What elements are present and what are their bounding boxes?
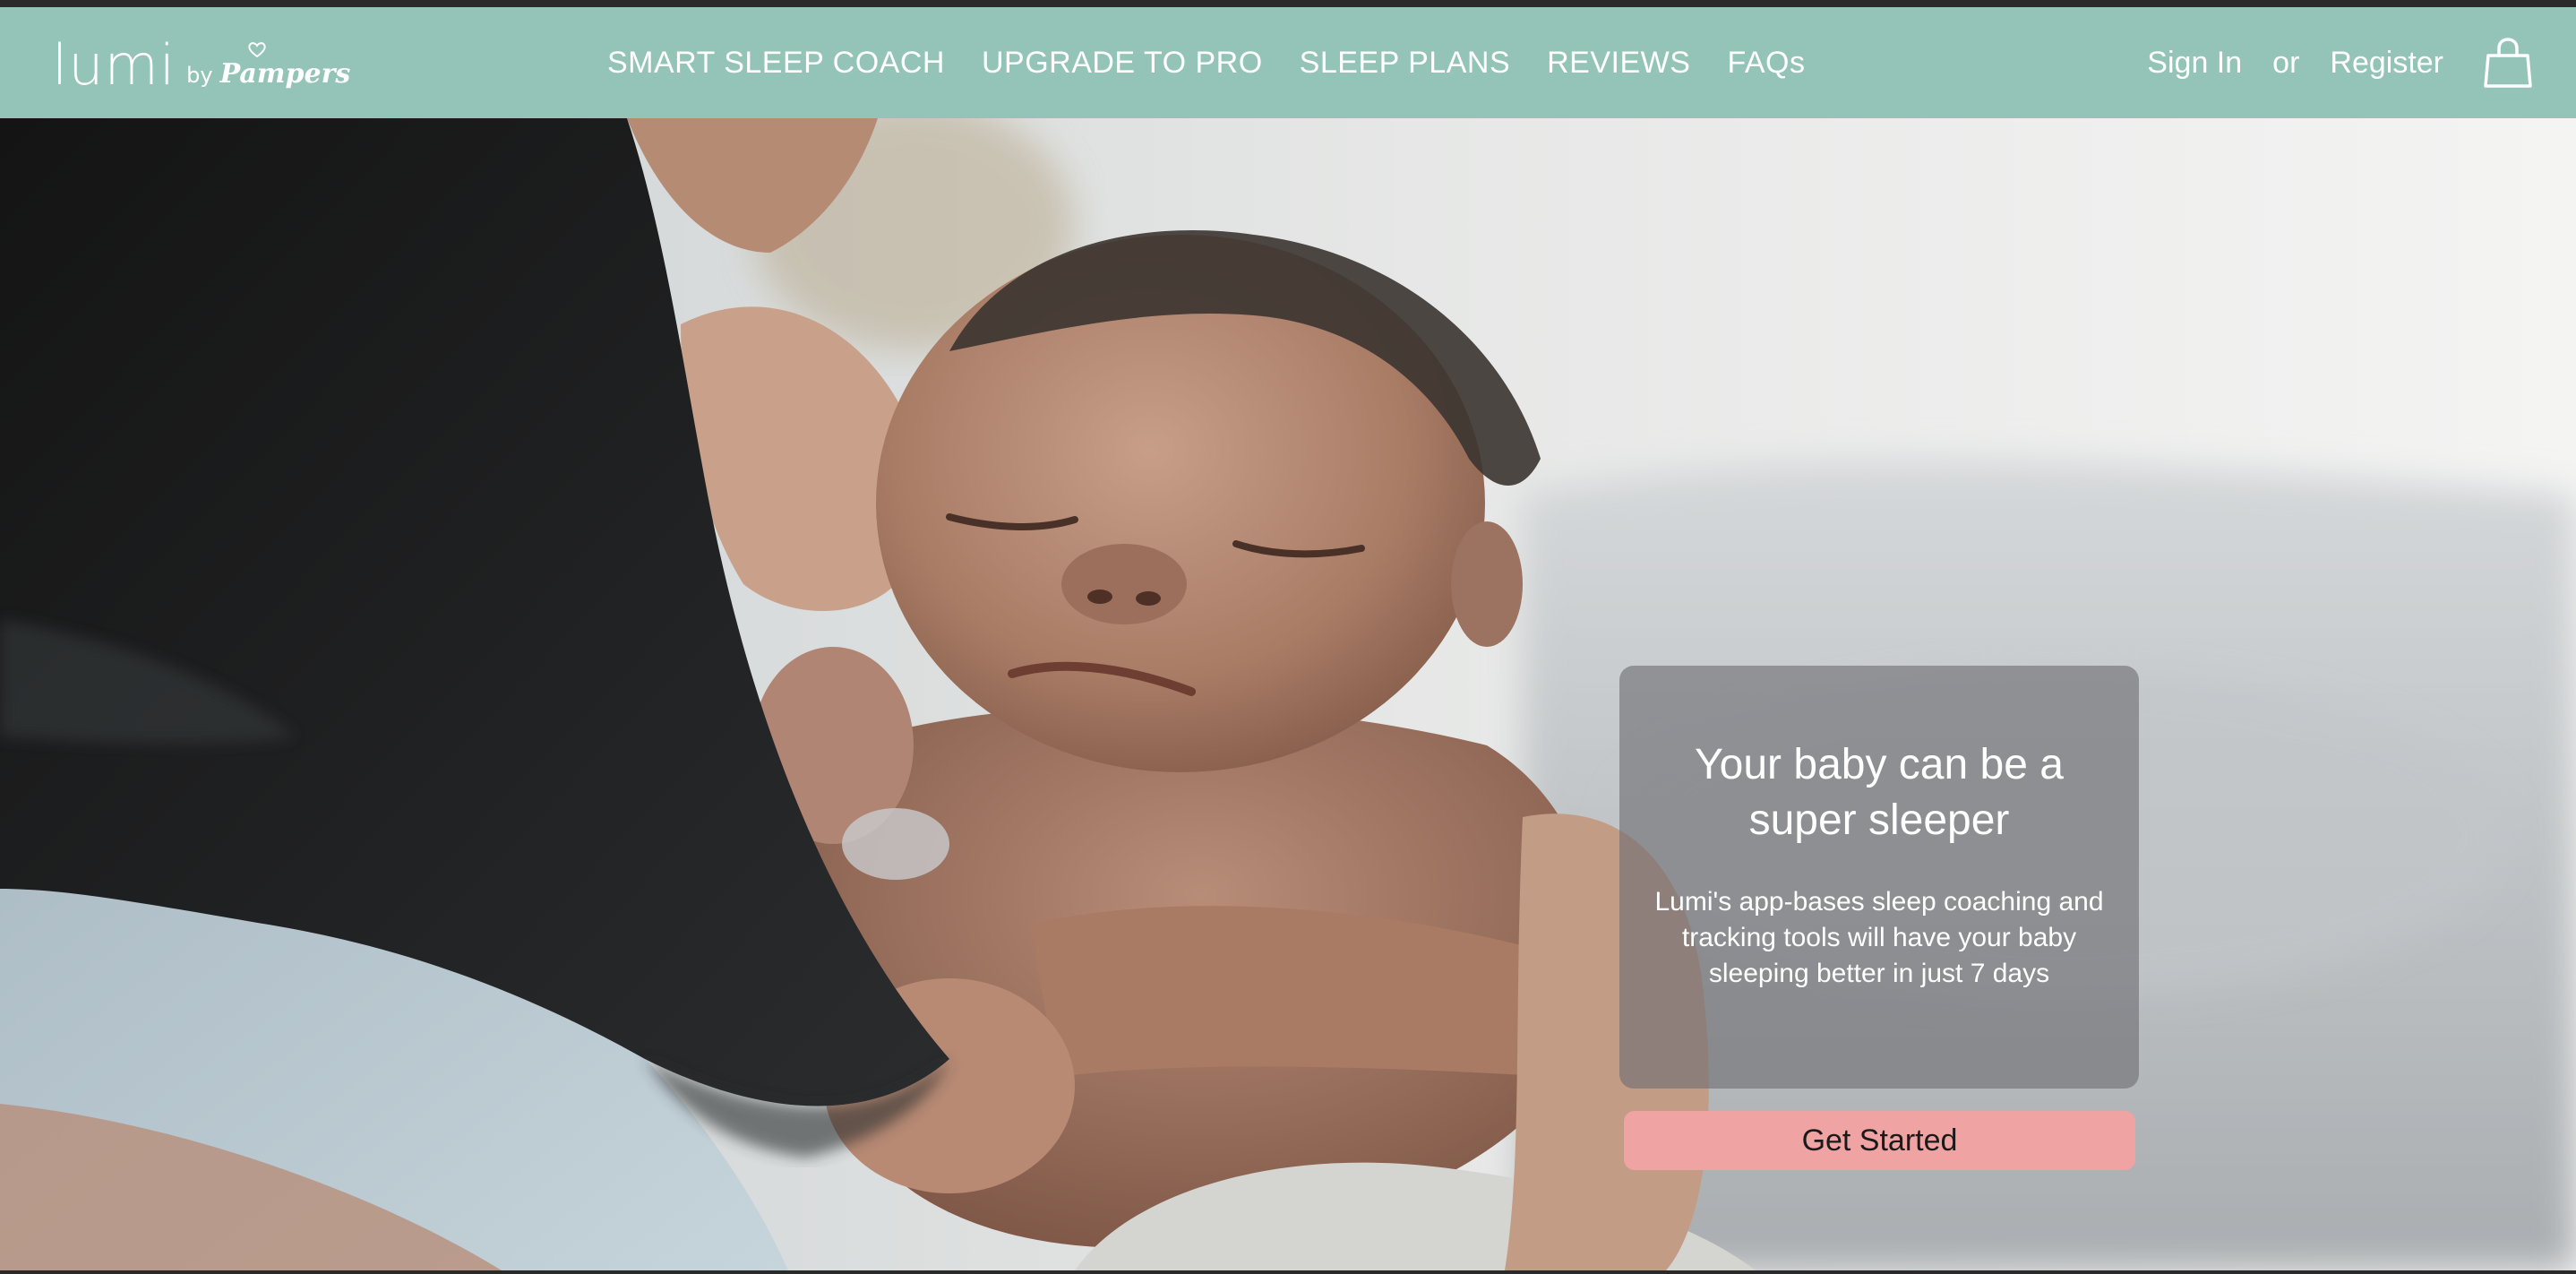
hero-description: Lumi's app-bases sleep coaching and trac… <box>1654 887 2104 988</box>
nav-faqs[interactable]: FAQs <box>1727 46 1805 81</box>
nav-upgrade-to-pro[interactable]: UPGRADE TO PRO <box>982 46 1263 81</box>
pampers-wordmark: Pampers <box>219 42 351 90</box>
get-started-button[interactable]: Get Started <box>1624 1111 2135 1170</box>
sign-in-link[interactable]: Sign In <box>2147 46 2242 81</box>
logo-by-text: by <box>186 63 213 88</box>
page-frame: lumi by Pampers SMART SLEEP COACH UPGRAD… <box>0 7 2576 1270</box>
hero-title: Your baby can be a super sleeper <box>1695 741 2064 844</box>
pampers-label: Pampers <box>219 58 351 90</box>
account-area: Sign In or Register <box>2147 7 2535 118</box>
nav-reviews[interactable]: REVIEWS <box>1547 46 1690 81</box>
main-nav: SMART SLEEP COACH UPGRADE TO PRO SLEEP P… <box>607 7 1842 118</box>
hero-promo-card: Your baby can be a super sleeper Lumi's … <box>1619 666 2139 1089</box>
heart-icon <box>247 42 266 58</box>
register-link[interactable]: Register <box>2330 46 2443 81</box>
logo-wordmark: lumi <box>52 32 176 98</box>
or-separator: or <box>2272 45 2300 80</box>
nav-sleep-plans[interactable]: SLEEP PLANS <box>1300 46 1510 81</box>
top-navbar: lumi by Pampers SMART SLEEP COACH UPGRAD… <box>0 7 2576 118</box>
lumi-logo[interactable]: lumi by Pampers <box>52 30 350 93</box>
hero-photo-sleeping-baby <box>0 118 2576 1270</box>
hero-section: Your baby can be a super sleeper Lumi's … <box>0 118 2576 1270</box>
nav-smart-sleep-coach[interactable]: SMART SLEEP COACH <box>607 46 945 81</box>
shopping-bag-icon[interactable] <box>2481 36 2535 90</box>
